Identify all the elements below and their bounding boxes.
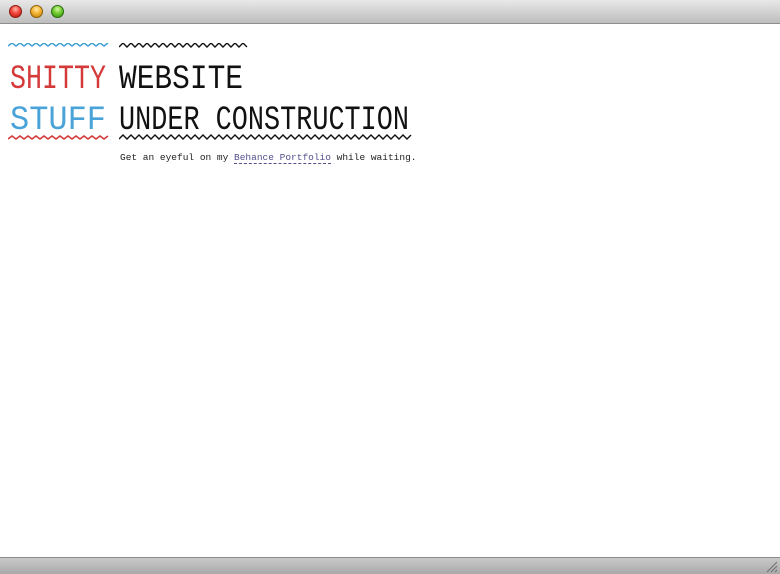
zoom-icon[interactable] (51, 5, 64, 18)
site-logo: SHITTY STUFF (8, 43, 109, 140)
minimize-icon[interactable] (30, 5, 43, 18)
logo-top-zigzag (8, 43, 109, 47)
logo-line2: STUFF (10, 102, 106, 140)
resize-grip-icon[interactable] (765, 560, 778, 573)
title-bar (0, 0, 780, 24)
headline-line1: WEBSITE (119, 61, 243, 99)
status-bar (0, 557, 780, 574)
tagline: Get an eyeful on my Behance Portfolio wh… (120, 152, 417, 164)
tagline-suffix: while waiting. (330, 152, 417, 163)
browser-window: SHITTY STUFF WEBSITE UNDER CONSTRUCTION … (0, 0, 780, 574)
page-content: SHITTY STUFF WEBSITE UNDER CONSTRUCTION … (0, 24, 780, 557)
close-icon[interactable] (9, 5, 22, 18)
headline-line2: UNDER CONSTRUCTION (119, 102, 409, 140)
behance-portfolio-link[interactable]: Behance Portfolio (234, 152, 331, 164)
headline-top-zigzag (119, 43, 248, 48)
logo-line1: SHITTY (10, 61, 106, 99)
headline: WEBSITE UNDER CONSTRUCTION (119, 43, 412, 140)
tagline-prefix: Get an eyeful on my (120, 152, 235, 163)
